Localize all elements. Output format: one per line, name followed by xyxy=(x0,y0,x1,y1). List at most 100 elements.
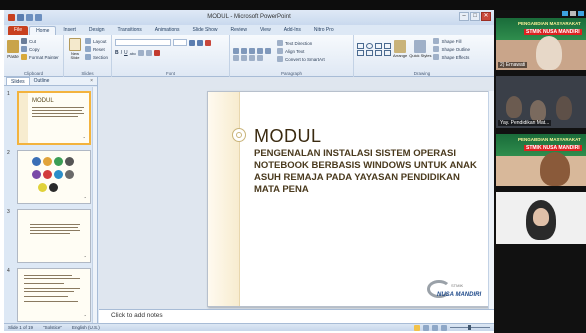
grow-font-icon[interactable] xyxy=(189,39,195,46)
convert-smartart-button[interactable]: Convert to SmartArt xyxy=(277,55,325,63)
language-indicator[interactable]: English (U.S.) xyxy=(72,325,100,330)
rectangle-shape-icon[interactable] xyxy=(357,42,364,49)
video-control-icon[interactable] xyxy=(578,11,584,16)
slide-subtitle[interactable]: PENGENALAN INSTALASI SISTEM OPERASI NOTE… xyxy=(254,148,486,196)
shrink-font-icon[interactable] xyxy=(197,39,203,46)
slide-show-icon[interactable] xyxy=(441,324,447,331)
tab-transitions[interactable]: Transitions xyxy=(112,26,148,35)
slide-thumbnail-3[interactable]: ◔ xyxy=(17,209,91,263)
fill-icon xyxy=(433,38,440,44)
font-name-combo[interactable] xyxy=(115,39,171,46)
maximize-button[interactable]: □ xyxy=(470,12,480,21)
brace-shape-icon[interactable] xyxy=(366,49,373,56)
zoom-slider[interactable] xyxy=(450,325,490,330)
line-spacing-icon[interactable] xyxy=(265,48,271,54)
close-button[interactable]: ✕ xyxy=(481,12,491,21)
align-text-button[interactable]: Align Text xyxy=(277,47,325,55)
quick-styles-button[interactable]: Quick Styles xyxy=(409,40,431,58)
clear-format-icon[interactable] xyxy=(205,39,211,46)
pane-scrollbar[interactable] xyxy=(92,87,97,323)
section-button[interactable]: Section xyxy=(84,53,108,61)
thumb-text-line xyxy=(32,107,84,108)
slide-thumbnail-2[interactable]: ◔ xyxy=(17,150,91,204)
increase-indent-icon[interactable] xyxy=(257,48,263,54)
line-shape-icon[interactable] xyxy=(375,42,382,49)
numbering-icon[interactable] xyxy=(241,48,247,54)
normal-view-icon[interactable] xyxy=(414,324,420,331)
slide-sorter-icon[interactable] xyxy=(423,324,429,331)
underline-button[interactable]: U xyxy=(124,50,128,56)
new-slide-button[interactable]: New Slide xyxy=(67,38,83,60)
oval-shape-icon[interactable] xyxy=(366,42,373,49)
video-participants-panel: PENGABDIAN MASYARAKAT STMIK NUSA MANDIRI… xyxy=(494,10,586,333)
tab-animations[interactable]: Animations xyxy=(149,26,186,35)
slides-pane: Slides Outline × 1 MODUL ◔ 2 ◔ 3 ◔ 4 ◔ xyxy=(4,77,98,323)
tab-design[interactable]: Design xyxy=(83,26,111,35)
copy-button[interactable]: Copy xyxy=(21,45,59,53)
tab-home[interactable]: Home xyxy=(29,26,57,35)
thumbnail-list: 1 MODUL ◔ 2 ◔ 3 ◔ 4 ◔ xyxy=(4,87,98,323)
notes-pane[interactable]: Click to add notes xyxy=(99,309,494,323)
slide-thumbnail-4[interactable]: ◔ xyxy=(17,268,91,322)
bold-button[interactable]: B xyxy=(115,50,119,56)
tab-add-ins[interactable]: Add-Ins xyxy=(278,26,307,35)
font-color-icon[interactable] xyxy=(154,50,161,56)
participant-tile[interactable] xyxy=(496,192,586,244)
decrease-indent-icon[interactable] xyxy=(249,48,255,54)
align-left-icon[interactable] xyxy=(233,55,239,61)
tab-insert[interactable]: Insert xyxy=(57,26,82,35)
title-bar: MODUL - Microsoft PowerPoint – □ ✕ xyxy=(4,10,494,25)
tab-nitro-pro[interactable]: Nitro Pro xyxy=(308,26,340,35)
participant-tile[interactable]: Yay. Pendidikan Mat... xyxy=(496,76,586,128)
shape-outline-button[interactable]: Shape Outline xyxy=(433,45,470,53)
align-right-icon[interactable] xyxy=(249,55,255,61)
tab-review[interactable]: Review xyxy=(225,26,253,35)
slide-side-band xyxy=(208,92,240,306)
shape-effects-button[interactable]: Shape Effects xyxy=(433,53,470,61)
shapes-gallery[interactable] xyxy=(357,42,391,56)
align-center-icon[interactable] xyxy=(241,55,247,61)
triangle-shape-icon[interactable] xyxy=(357,49,364,56)
reading-view-icon[interactable] xyxy=(432,324,438,331)
star-shape-icon[interactable] xyxy=(375,49,382,56)
thumb-text-line xyxy=(32,110,82,111)
format-painter-button[interactable]: Format Painter xyxy=(21,53,59,61)
banner-line-1: PENGABDIAN MASYARAKAT xyxy=(518,21,581,26)
tab-slide-show[interactable]: Slide Show xyxy=(187,26,224,35)
video-control-icon[interactable] xyxy=(570,11,576,16)
thumb-text-line xyxy=(24,278,80,279)
font-size-combo[interactable] xyxy=(173,39,187,46)
change-case-icon[interactable] xyxy=(146,50,153,56)
participant-tile[interactable]: PENGABDIAN MASYARAKAT STMIK NUSA MANDIRI xyxy=(496,134,586,186)
cut-button[interactable]: Cut xyxy=(21,37,59,45)
text-direction-button[interactable]: Text Direction xyxy=(277,39,325,47)
minimize-button[interactable]: – xyxy=(459,12,469,21)
thumb-logo: ◔ xyxy=(83,195,86,200)
tab-file[interactable]: File xyxy=(8,26,29,35)
italic-button[interactable]: I xyxy=(121,50,122,56)
strikethrough-button[interactable]: abc xyxy=(130,51,136,56)
slide-title[interactable]: MODUL xyxy=(254,126,322,147)
shape-fill-button[interactable]: Shape Fill xyxy=(433,37,470,45)
char-spacing-icon[interactable] xyxy=(138,50,145,56)
participant-tile[interactable]: PENGABDIAN MASYARAKAT STMIK NUSA MANDIRI… xyxy=(496,18,586,70)
arrange-button[interactable]: Arrange xyxy=(393,40,407,58)
pane-close-button[interactable]: × xyxy=(90,78,93,84)
layout-button[interactable]: Layout xyxy=(84,37,108,45)
thumb-text-line xyxy=(32,116,78,117)
arrow-shape-icon[interactable] xyxy=(384,42,391,49)
zoom-thumb[interactable] xyxy=(468,325,471,330)
thumb-logo-icon xyxy=(43,157,52,166)
tab-view[interactable]: View xyxy=(254,26,277,35)
current-slide[interactable]: MODUL PENGENALAN INSTALASI SISTEM OPERAS… xyxy=(207,91,490,307)
slide-thumbnail-1[interactable]: MODUL ◔ xyxy=(17,91,91,145)
curve-shape-icon[interactable] xyxy=(384,49,391,56)
thumb-text-line xyxy=(24,288,80,289)
video-control-icon[interactable] xyxy=(562,11,568,16)
tab-outline[interactable]: Outline xyxy=(30,77,54,85)
paste-button[interactable]: Paste xyxy=(7,39,19,59)
reset-button[interactable]: Reset xyxy=(84,45,108,53)
tab-slides[interactable]: Slides xyxy=(6,77,30,85)
bullets-icon[interactable] xyxy=(233,48,239,54)
justify-icon[interactable] xyxy=(257,55,263,61)
